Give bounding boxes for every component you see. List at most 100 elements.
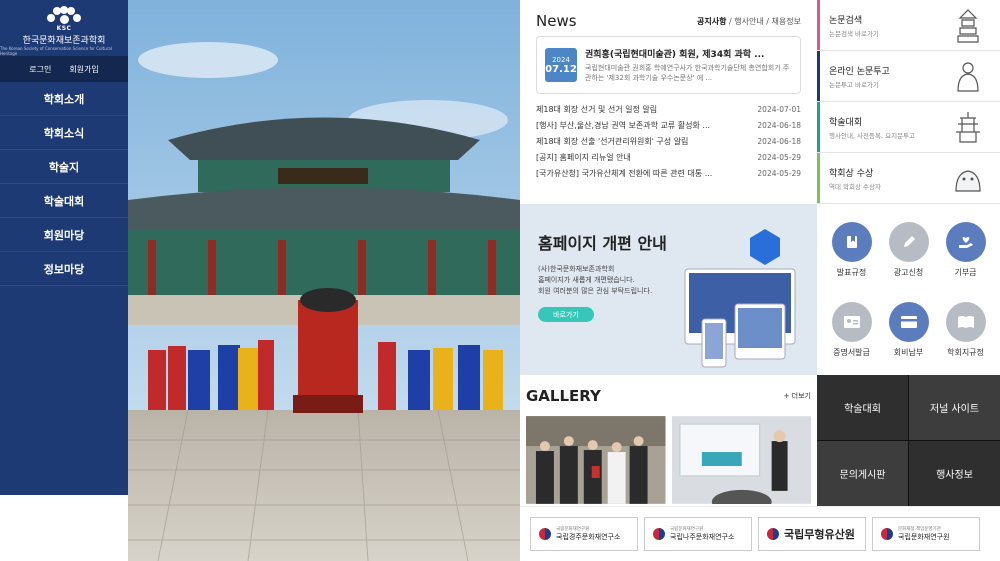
gallery-photo[interactable] xyxy=(671,416,812,504)
news-item-date: 2024-06-18 xyxy=(757,136,801,146)
icon-label: 회비납부 xyxy=(893,347,924,357)
quick-online-submission[interactable]: 온라인 논문투고논문투고 바로가기 xyxy=(817,51,1000,102)
tile-journal-site[interactable]: 저널 사이트 xyxy=(909,375,1000,440)
list-item[interactable]: [국가유산청] 국가유산체계 전환에 따른 관련 대통 ... 2024-05-2… xyxy=(536,165,801,181)
accent-bar xyxy=(817,153,820,203)
logo-sub: The Korean Society of Conservation Scien… xyxy=(0,46,112,56)
hero-image xyxy=(128,0,520,561)
login-bar: 로그인 회원가입 xyxy=(0,56,128,82)
partner-logos: 국립문화재연구원 국립경주문화재연구소 국립문화재연구원 국립나주문화재연구소 국립… xyxy=(520,506,1000,561)
partner-name: 국립나주문화재연구소 xyxy=(670,533,735,541)
news-item-title: 제18대 회장 선출 '선거관리위원회' 구성 알림 xyxy=(536,136,689,146)
icon-menu-item[interactable]: 회비납부 xyxy=(880,301,937,376)
date-badge: 2024 07.12 xyxy=(545,48,577,82)
quick-award[interactable]: 학회상 수상 역대 학회상 수상자 xyxy=(817,153,1000,204)
tab-notice[interactable]: 공지사항 xyxy=(697,17,726,26)
icon-menu: 발표규정 광고신청 기부금 증명서발급 회비납부 학회지규정 xyxy=(817,204,1000,375)
icon-menu-item[interactable]: 학회지규정 xyxy=(937,301,994,376)
korea-emblem-icon xyxy=(653,528,665,540)
tab-events[interactable]: 행사안내 xyxy=(734,17,763,26)
tab-jobs[interactable]: 채용정보 xyxy=(772,17,801,26)
gallery-title: GALLERY xyxy=(526,387,601,405)
homepage: KSC 한국문화재보존과학회 The Korean Society of Con… xyxy=(0,0,1000,561)
partner-logo[interactable]: 국립문화재연구원 국립나주문화재연구소 xyxy=(644,517,752,551)
banner-go-button[interactable]: 바로가기 xyxy=(538,307,594,322)
nav-item-members[interactable]: 회원마당 xyxy=(0,218,128,252)
list-item[interactable]: [공지] 홈페이지 리뉴얼 안내 2024-05-29 xyxy=(536,149,801,165)
accent-bar xyxy=(817,51,820,101)
icon-menu-item[interactable]: 증명서발급 xyxy=(823,301,880,376)
renewal-banner: 홈페이지 개편 안내 (사)한국문화재보존과학회 홈페이지가 새롭게 개편됐습니… xyxy=(520,204,817,375)
quick-sub: 행사안내, 사전등록, 요지문투고 xyxy=(829,131,916,140)
icon-menu-item[interactable]: 광고신청 xyxy=(880,222,937,296)
quick-paper-search[interactable]: 논문검색논문검색 바로가기 xyxy=(817,0,1000,51)
icon-menu-item[interactable]: 발표규정 xyxy=(823,222,880,296)
nav-item-journal[interactable]: 학술지 xyxy=(0,150,128,184)
accent-bar xyxy=(817,0,820,50)
logo-name: 한국문화재보존과학회 xyxy=(22,36,106,46)
list-item[interactable]: 제18대 회장 선거 및 선거 일정 알림 2024-07-01 xyxy=(536,101,801,117)
haetae-icon xyxy=(955,170,981,192)
join-link[interactable]: 회원가입 xyxy=(69,64,98,75)
icon-label: 광고신청 xyxy=(893,268,924,277)
news-item-date: 2024-05-29 xyxy=(757,152,801,162)
news-item-title: [행사] 부산,울산,경남 권역 보존과학 교류 활성화 ... xyxy=(536,120,711,130)
icon-label: 증명서발급 xyxy=(833,347,870,357)
accent-bar xyxy=(817,102,820,152)
news-title: News xyxy=(536,12,577,30)
partner-logo[interactable]: 문화재청 책임운영기관 국립문화재연구원 xyxy=(872,517,980,551)
nav-item-info[interactable]: 정보마당 xyxy=(0,252,128,286)
news-item-date: 2024-05-29 xyxy=(757,168,801,178)
site-logo[interactable]: KSC 한국문화재보존과학회 The Korean Society of Con… xyxy=(0,0,128,56)
tile-event-info[interactable]: 행사정보 xyxy=(909,441,1000,506)
featured-news[interactable]: 2024 07.12 권희홍(국립현대미술관) 회원, 제34회 과학 ... … xyxy=(536,36,801,94)
open-book-icon xyxy=(945,301,986,342)
gallery-more-link[interactable]: + 더보기 xyxy=(784,391,811,401)
quick-title: 온라인 논문투고 xyxy=(829,66,890,77)
tab-separator: / xyxy=(766,16,769,26)
news-item-title: 제18대 회장 선거 및 선거 일정 알림 xyxy=(536,104,658,114)
gallery-photo[interactable] xyxy=(526,416,666,504)
list-item[interactable]: [행사] 부산,울산,경남 권역 보존과학 교류 활성화 ... 2024-06-… xyxy=(536,117,801,133)
date-day: 07.12 xyxy=(545,63,577,75)
nav-item-about[interactable]: 학회소개 xyxy=(0,82,128,116)
partner-name: 국립문화재연구원 xyxy=(898,533,950,541)
partner-logo[interactable]: 국립문화재연구원 국립경주문화재연구소 xyxy=(530,517,638,551)
quick-sub: 논문검색 바로가기 xyxy=(829,29,879,38)
nav-item-news[interactable]: 학회소식 xyxy=(0,116,128,150)
shortcut-tiles: 학술대회 저널 사이트 문의게시판 행사정보 xyxy=(817,375,1000,506)
partner-name: 국립무형유산원 xyxy=(784,528,855,541)
quick-sub: 역대 학회상 수상자 xyxy=(829,182,881,191)
quick-sub: 논문투고 바로가기 xyxy=(829,80,879,89)
stone-pagoda-icon xyxy=(956,112,980,143)
korea-emblem-icon xyxy=(539,528,551,540)
korea-emblem-icon xyxy=(881,528,893,540)
heart-hand-icon xyxy=(945,222,986,262)
quick-conference[interactable]: 학술대회 행사안내, 사전등록, 요지문투고 xyxy=(817,102,1000,153)
icon-label: 학회지규정 xyxy=(947,347,984,357)
tab-separator: / xyxy=(729,16,732,26)
news-item-date: 2024-06-18 xyxy=(757,120,801,130)
featured-body: 국립현대미술관 권희홍 학예연구사가 한국과학기술단체 총연합회가 주관하는 '… xyxy=(585,64,790,82)
news-section: News 공지사항 / 행사안내 / 채용정보 2024 07.12 권희홍(국… xyxy=(520,0,817,204)
tile-inquiry-board[interactable]: 문의게시판 xyxy=(817,441,908,506)
buddha-icon xyxy=(957,62,979,92)
nav-item-conference[interactable]: 학술대회 xyxy=(0,184,128,218)
tile-conference[interactable]: 학술대회 xyxy=(817,375,908,440)
login-link[interactable]: 로그인 xyxy=(29,64,51,75)
icon-menu-item[interactable]: 기부금 xyxy=(937,222,994,296)
news-list: 제18대 회장 선거 및 선거 일정 알림 2024-07-01 [행사] 부산,… xyxy=(536,101,801,181)
gallery-section: GALLERY + 더보기 xyxy=(520,375,817,506)
icon-label: 발표규정 xyxy=(836,268,867,277)
logo-abbr: KSC xyxy=(56,25,72,32)
news-item-title: [국가유산청] 국가유산체계 전환에 따른 관련 대통 ... xyxy=(536,168,713,178)
icon-label: 기부금 xyxy=(954,268,977,277)
featured-title: 권희홍(국립현대미술관) 회원, 제34회 과학 ... xyxy=(585,50,765,60)
date-year: 2024 xyxy=(552,55,570,64)
list-item[interactable]: 제18대 회장 선출 '선거관리위원회' 구성 알림 2024-06-18 xyxy=(536,133,801,149)
quick-title: 논문검색 xyxy=(829,15,863,26)
partner-logo[interactable]: 국립무형유산원 xyxy=(758,517,866,551)
logo-mark-icon xyxy=(47,6,81,24)
pencil-icon xyxy=(888,222,929,262)
credit-card-icon xyxy=(888,301,929,342)
